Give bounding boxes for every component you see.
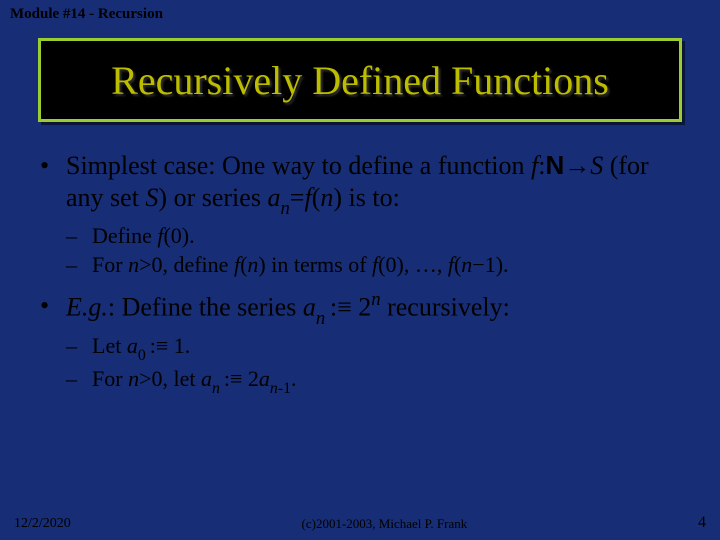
slide-title: Recursively Defined Functions bbox=[111, 57, 609, 104]
sub-2a: Let a0 :≡ 1. bbox=[66, 333, 680, 364]
page-number: 4 bbox=[698, 514, 706, 532]
footer-copyright: (c)2001-2003, Michael P. Frank bbox=[302, 516, 468, 532]
module-header: Module #14 - Recursion bbox=[10, 6, 163, 23]
sub-1a: Define f(0). bbox=[66, 223, 680, 250]
bullet-1: Simplest case: One way to define a funct… bbox=[40, 150, 680, 278]
footer-date: 12/2/2020 bbox=[14, 516, 71, 532]
slide-body: Simplest case: One way to define a funct… bbox=[40, 150, 680, 409]
bullet-2: E.g.: Define the series an :≡ 2n recursi… bbox=[40, 290, 680, 396]
sub-1b: For n>0, define f(n) in terms of f(0), …… bbox=[66, 252, 680, 279]
footer: 12/2/2020 (c)2001-2003, Michael P. Frank… bbox=[0, 514, 720, 532]
title-frame: Recursively Defined Functions bbox=[38, 38, 682, 122]
sub-2b: For n>0, let an :≡ 2an-1. bbox=[66, 366, 680, 397]
